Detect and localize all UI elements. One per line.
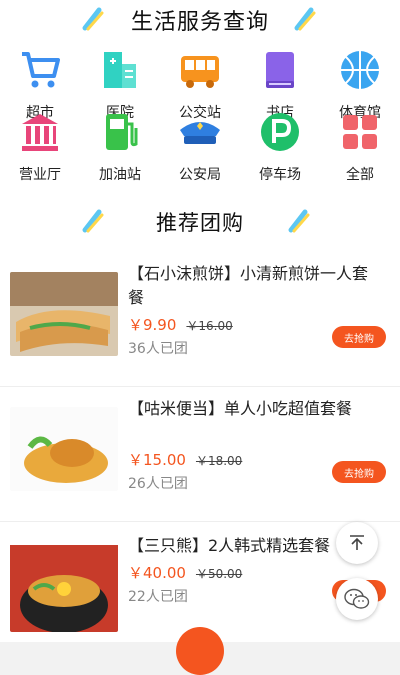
shopping-cart-icon <box>18 48 62 92</box>
chat-button[interactable] <box>336 578 378 620</box>
deal-image <box>10 542 118 632</box>
bottom-action-button[interactable] <box>176 627 224 675</box>
gas-station-icon <box>98 110 142 154</box>
deal-item[interactable]: 【石小沫煎饼】小清新煎饼一人套餐 ￥9.90 ￥16.00 36人已团 去抢购 <box>0 252 400 387</box>
deal-original-price: ￥18.00 <box>196 452 242 469</box>
book-icon <box>258 48 302 92</box>
grid-all-icon <box>338 110 382 154</box>
services-title: 生活服务查询 <box>131 4 269 36</box>
feather-decoration-icon <box>294 7 318 31</box>
deal-original-price: ￥50.00 <box>196 565 242 582</box>
deal-sold-count: 26人已团 <box>128 473 188 493</box>
service-business-hall[interactable]: 营业厅 <box>0 110 80 184</box>
buy-button[interactable]: 去抢购 <box>332 326 386 348</box>
price-row: ￥15.00 ￥18.00 <box>128 449 242 470</box>
services-header: 生活服务查询 <box>0 0 400 40</box>
deal-price: ￥40.00 <box>128 562 186 583</box>
deal-image <box>10 272 118 356</box>
recommend-header: 推荐团购 <box>0 192 400 252</box>
parking-icon <box>258 110 302 154</box>
deal-original-price: ￥16.00 <box>186 317 232 334</box>
bus-icon <box>178 48 222 92</box>
buy-button[interactable]: 去抢购 <box>332 461 386 483</box>
price-row: ￥40.00 ￥50.00 <box>128 562 242 583</box>
deal-sold-count: 36人已团 <box>128 338 188 358</box>
deal-image <box>10 407 118 491</box>
deal-title[interactable]: 【咕米便当】单人小吃超值套餐 <box>128 397 380 421</box>
service-police[interactable]: 公安局 <box>160 110 240 184</box>
deal-sold-count: 22人已团 <box>128 586 188 606</box>
hospital-icon <box>98 48 142 92</box>
back-to-top-button[interactable] <box>336 522 378 564</box>
deal-title[interactable]: 【石小沫煎饼】小清新煎饼一人套餐 <box>128 262 380 310</box>
deal-item[interactable]: 【咕米便当】单人小吃超值套餐 ￥15.00 ￥18.00 26人已团 去抢购 <box>0 387 400 522</box>
deal-price: ￥15.00 <box>128 449 186 470</box>
recommend-title: 推荐团购 <box>156 207 244 237</box>
deal-price: ￥9.90 <box>128 314 176 335</box>
service-parking[interactable]: 停车场 <box>240 110 320 184</box>
bank-building-icon <box>18 110 62 154</box>
price-row: ￥9.90 ￥16.00 <box>128 314 233 335</box>
arrow-up-icon <box>348 534 366 552</box>
service-all[interactable]: 全部 <box>320 110 400 184</box>
wechat-icon <box>344 588 370 610</box>
basketball-icon <box>338 48 382 92</box>
feather-decoration-icon <box>82 209 106 233</box>
feather-decoration-icon <box>288 209 312 233</box>
services-panel: 生活服务查询 超市 医院 公交站 <box>0 0 400 170</box>
feather-decoration-icon <box>82 7 106 31</box>
police-cap-icon <box>178 110 222 154</box>
service-gas-station[interactable]: 加油站 <box>80 110 160 184</box>
